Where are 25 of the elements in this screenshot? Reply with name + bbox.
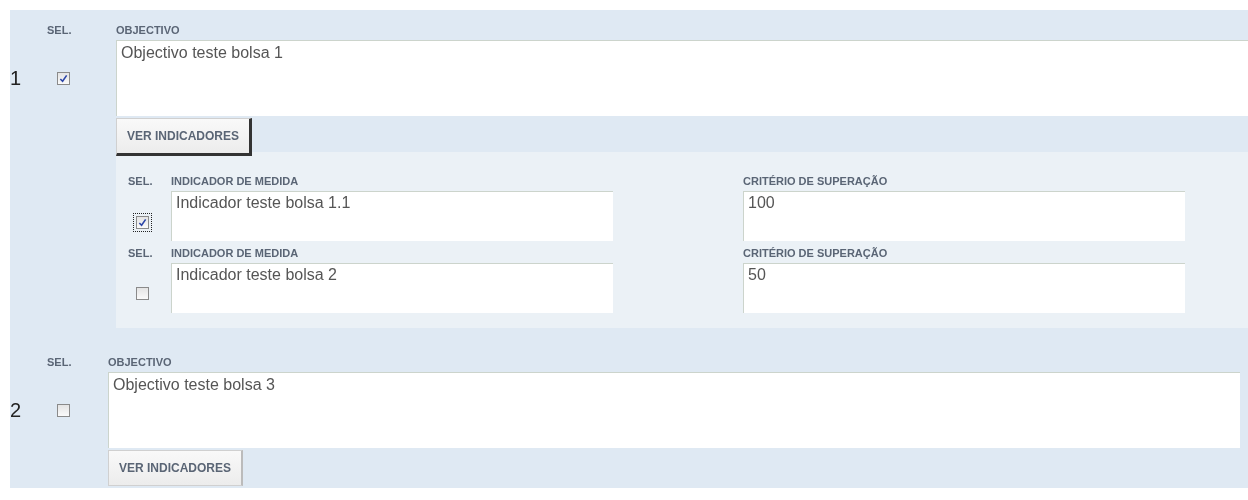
column-label: INDICADOR DE MEDIDA <box>171 247 300 259</box>
checkbox[interactable] <box>57 72 70 86</box>
show-indicators-button[interactable]: VER INDICADORES <box>116 118 252 156</box>
criterion-field[interactable]: 50 <box>743 263 1185 313</box>
column-label: CRITÉRIO DE SUPERAÇÃO <box>743 247 888 259</box>
objective-field[interactable]: Objectivo teste bolsa 3 <box>108 372 1240 448</box>
checkmark-icon <box>138 217 147 227</box>
criterion-field[interactable]: 100 <box>743 191 1185 241</box>
checkbox[interactable] <box>57 404 70 418</box>
column-label: OBJECTIVO <box>108 356 172 368</box>
show-indicators-button[interactable]: VER INDICADORES <box>108 450 243 486</box>
checkbox[interactable] <box>133 212 152 232</box>
column-label: OBJECTIVO <box>116 24 180 36</box>
row-number: 1 <box>10 66 23 90</box>
column-label: CRITÉRIO DE SUPERAÇÃO <box>743 175 888 187</box>
column-label: SEL. <box>47 356 73 368</box>
indicator-field[interactable]: Indicador teste bolsa 2 <box>171 263 613 313</box>
row-number: 2 <box>10 398 23 422</box>
objective-field[interactable]: Objectivo teste bolsa 1 <box>116 40 1248 116</box>
checkbox[interactable] <box>133 284 152 303</box>
column-label: SEL. <box>128 175 154 187</box>
column-label: SEL. <box>47 24 73 36</box>
column-label: INDICADOR DE MEDIDA <box>171 175 300 187</box>
indicator-field[interactable]: Indicador teste bolsa 1.1 <box>171 191 613 241</box>
column-label: SEL. <box>128 247 154 259</box>
